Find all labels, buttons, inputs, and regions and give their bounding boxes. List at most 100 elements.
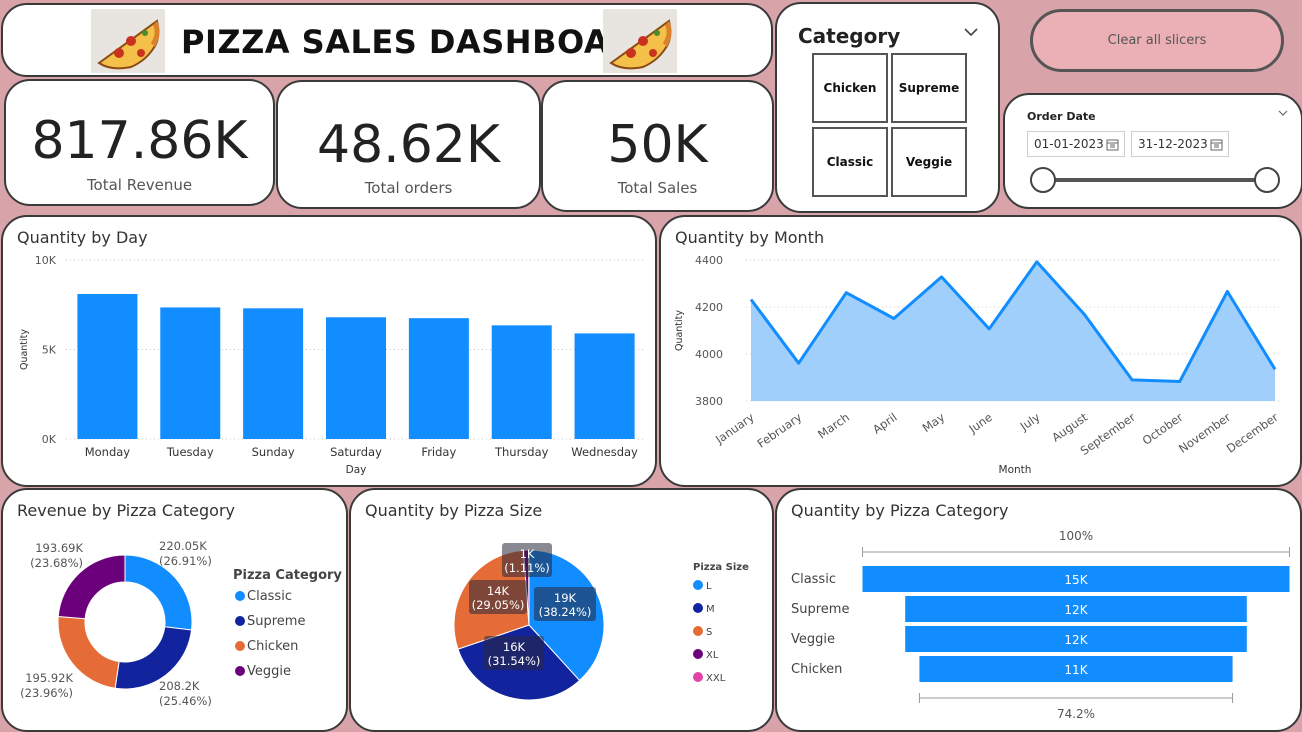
pizza-icon — [91, 9, 165, 73]
funnel-chart: 100% 15K Classic 12K Supreme 12K Veggie 11K Chic… — [791, 529, 1290, 721]
x-tick-label: Friday — [421, 445, 456, 459]
chevron-down-icon[interactable] — [1277, 109, 1289, 119]
x-tick-label: Sunday — [252, 445, 295, 459]
legend-item: M — [706, 604, 715, 615]
data-label: (23.96%) — [20, 686, 73, 700]
x-tick-label: April — [870, 410, 900, 437]
legend-marker — [235, 641, 245, 651]
x-tick-label: May — [920, 410, 948, 435]
data-label: 195.92K — [25, 671, 73, 685]
kpi-value: 48.62K — [317, 115, 500, 175]
data-label: 19K — [554, 591, 577, 605]
calendar-icon[interactable] — [1106, 138, 1119, 151]
slicer-tile-supreme[interactable]: Supreme — [891, 53, 967, 123]
chevron-down-icon[interactable] — [963, 26, 979, 38]
legend-marker — [693, 580, 703, 590]
slicer-tile-classic[interactable]: Classic — [812, 127, 888, 197]
legend-item: Supreme — [247, 614, 305, 629]
x-tick-label: November — [1176, 410, 1233, 456]
x-axis-label: Month — [999, 464, 1032, 476]
kpi-total-revenue: 817.86K Total Revenue — [4, 79, 275, 206]
legend-marker — [235, 591, 245, 601]
slider-handle-end[interactable] — [1254, 167, 1280, 193]
category-label: Chicken — [791, 662, 842, 677]
x-tick-label: December — [1224, 410, 1281, 456]
pizza-icon — [603, 9, 677, 73]
start-date-field[interactable]: 01-01-2023 — [1027, 131, 1125, 157]
x-tick-label: June — [966, 410, 995, 436]
category-label: Supreme — [791, 602, 849, 617]
x-tick-label: August — [1049, 410, 1090, 445]
funnel-top-label: 100% — [1059, 529, 1093, 543]
legend-marker — [693, 603, 703, 613]
data-label: 12K — [1064, 603, 1088, 617]
x-tick-label: Wednesday — [571, 445, 638, 459]
pie-chart: 19K(38.24%) 16K(31.54%) 14K(29.05%) 1K(1.11… — [453, 543, 749, 701]
legend-marker — [235, 616, 245, 626]
x-tick-label: Monday — [85, 445, 131, 459]
legend-item: Chicken — [247, 639, 298, 654]
x-axis-label: Day — [346, 464, 367, 476]
kpi-label: Total Sales — [617, 179, 698, 197]
y-axis-label: Quantity — [19, 329, 30, 370]
area-chart: 3800 4000 4200 4400 JanuaryFebruary March Apri… — [674, 254, 1281, 476]
data-label: 15K — [1064, 573, 1088, 587]
calendar-icon[interactable] — [1210, 138, 1223, 151]
legend-item: Veggie — [247, 664, 291, 679]
y-tick-label: 4000 — [695, 348, 723, 361]
legend-item: XL — [706, 650, 719, 661]
kpi-value: 817.86K — [31, 111, 248, 171]
clear-slicers-button[interactable]: Clear all slicers — [1030, 9, 1284, 72]
bar-monday — [77, 294, 138, 439]
slicer-tile-veggie[interactable]: Veggie — [891, 127, 967, 197]
quantity-by-category-chart: Quantity by Pizza Category 100% 15K Classi… — [775, 488, 1302, 732]
x-tick-label: July — [1017, 410, 1043, 434]
bar-chart: 0K 5K 10K Monday Tuesday Sunday Saturday Friday… — [19, 254, 646, 476]
data-label: (23.68%) — [30, 556, 83, 570]
data-label: (25.46%) — [159, 694, 212, 708]
category-label: Classic — [791, 572, 836, 587]
data-label: 220.05K — [159, 539, 207, 553]
x-tick-label: March — [815, 410, 852, 442]
legend-item: XXL — [706, 673, 726, 684]
data-label: (38.24%) — [539, 605, 592, 619]
end-date-field[interactable]: 31-12-2023 — [1131, 131, 1229, 157]
y-tick-label: 4200 — [695, 301, 723, 314]
quantity-by-size-chart: Quantity by Pizza Size 19K (38.24%) 16K (31… — [349, 488, 774, 732]
y-tick-label: 5K — [42, 344, 57, 357]
slicer-title: Order Date — [1027, 110, 1096, 123]
quantity-by-month-chart: Quantity by Month 3800 4000 4200 4400 Januar… — [659, 215, 1302, 487]
category-label: Veggie — [791, 632, 835, 647]
bar-friday — [408, 318, 469, 439]
data-label: (1.11%) — [504, 561, 550, 575]
data-label: (26.91%) — [159, 554, 212, 568]
data-label: 193.69K — [35, 541, 83, 555]
data-label: 208.2K — [159, 679, 200, 693]
date-range-slider[interactable] — [1029, 165, 1281, 195]
kpi-total-sales: 50K Total Sales — [541, 80, 774, 212]
x-tick-label: February — [755, 410, 805, 451]
y-tick-label: 10K — [35, 254, 57, 267]
kpi-label: Total orders — [364, 179, 453, 197]
data-label: (31.54%) — [488, 654, 541, 668]
legend-item: S — [706, 627, 712, 638]
end-date-value: 31-12-2023 — [1138, 137, 1208, 151]
legend-marker — [693, 626, 703, 636]
kpi-label: Total Revenue — [86, 176, 193, 194]
legend-marker — [235, 666, 245, 676]
y-tick-label: 4400 — [695, 254, 723, 267]
slider-handle-start[interactable] — [1030, 167, 1056, 193]
funnel-bottom-label: 74.2% — [1057, 707, 1095, 721]
legend-marker — [693, 672, 703, 682]
kpi-total-orders: 48.62K Total orders — [276, 80, 541, 209]
legend-item: L — [706, 581, 712, 592]
kpi-value: 50K — [607, 115, 708, 175]
slicer-tile-chicken[interactable]: Chicken — [812, 53, 888, 123]
legend-marker — [693, 649, 703, 659]
dashboard-header: PIZZA SALES DASHBOARD — [1, 3, 773, 77]
bar-sunday — [243, 308, 304, 439]
bar-wednesday — [574, 333, 635, 439]
x-tick-label: Thursday — [494, 445, 549, 459]
page-title: PIZZA SALES DASHBOARD — [181, 23, 662, 61]
data-label: 12K — [1064, 633, 1088, 647]
